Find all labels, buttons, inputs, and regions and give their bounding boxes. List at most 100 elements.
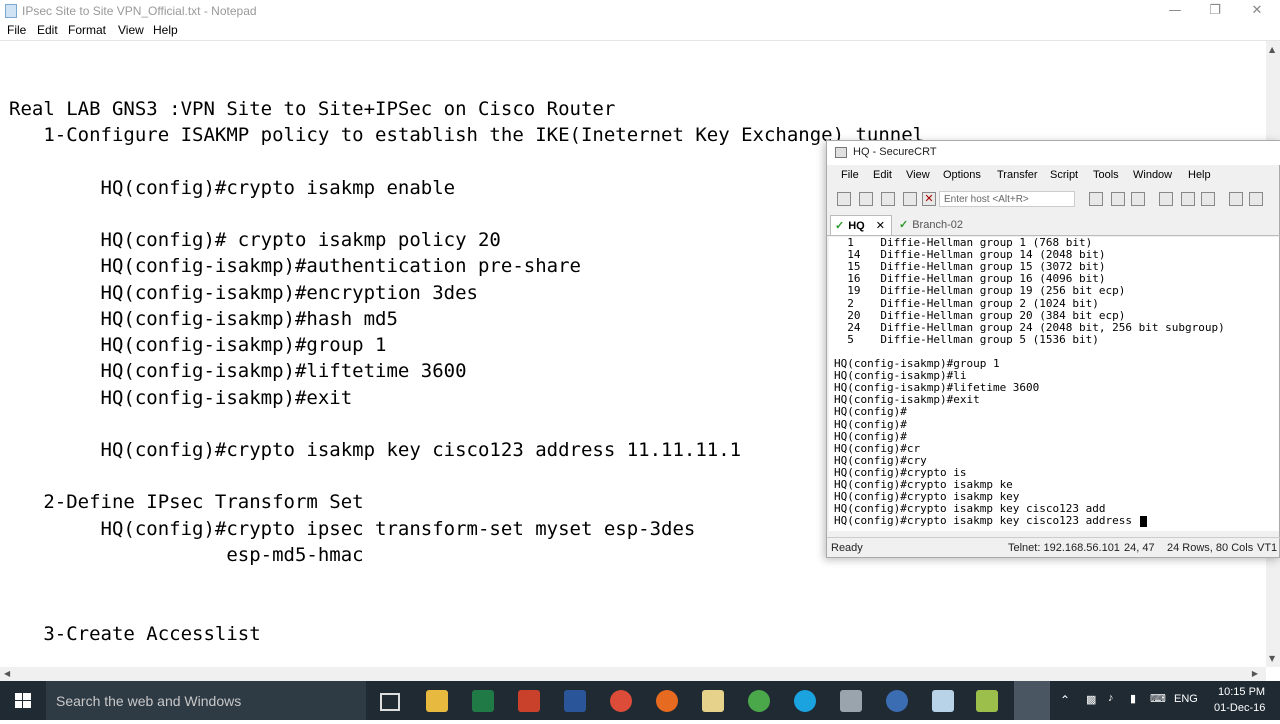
keyboard-icon[interactable]: ⌨ — [1150, 692, 1166, 705]
menu-file[interactable]: File — [7, 23, 26, 37]
connect-tab-icon[interactable] — [881, 192, 895, 206]
printer-icon[interactable] — [1201, 192, 1215, 206]
terminal-line: HQ(config)# — [834, 405, 907, 419]
excel-icon[interactable] — [472, 690, 494, 712]
language-indicator[interactable]: ENG — [1174, 693, 1198, 705]
crt-menu-tools[interactable]: Tools — [1093, 169, 1119, 181]
text-line: HQ(config-isakmp)#liftetime 3600 — [9, 360, 467, 382]
connect-icon[interactable] — [837, 192, 851, 206]
terminal-line: 24 Diffie-Hellman group 24 (2048 bit, 25… — [834, 320, 1225, 334]
crt-menu-help[interactable]: Help — [1188, 169, 1211, 181]
close-icon[interactable]: ✕ — [1234, 0, 1280, 22]
text-line: HQ(config)#crypto isakmp enable — [9, 177, 456, 199]
notepad-menu-bar: File Edit Format View Help — [0, 22, 1280, 41]
notepad-title-bar: IPsec Site to Site VPN_Official.txt - No… — [0, 0, 1280, 22]
terminal-line: HQ(config)#cr — [834, 441, 921, 455]
scroll-right-icon[interactable]: ▶ — [1252, 669, 1258, 678]
crt-menu-options[interactable]: Options — [943, 169, 981, 181]
copy-icon[interactable] — [1089, 192, 1103, 206]
text-line: 3-Create Accesslist — [9, 623, 261, 645]
text-line: 2-Define IPsec Transform Set — [9, 491, 364, 513]
quick-connect-icon[interactable] — [859, 192, 873, 206]
scroll-left-icon[interactable]: ◀ — [4, 669, 10, 678]
terminal-line: HQ(config)# — [834, 429, 907, 443]
terminal-line: HQ(config)# — [834, 417, 907, 431]
word-icon[interactable] — [564, 690, 586, 712]
crt-menu-file[interactable]: File — [841, 169, 859, 181]
ie-icon[interactable] — [886, 690, 908, 712]
text-line: esp-md5-hmac — [9, 544, 364, 566]
volume-icon[interactable]: ♪ — [1108, 692, 1114, 704]
print-icon[interactable] — [1159, 192, 1173, 206]
scroll-down-icon[interactable]: ▼ — [1269, 654, 1275, 663]
securecrt-taskbar-icon[interactable] — [1014, 681, 1050, 720]
reconnect-icon[interactable] — [903, 192, 917, 206]
file-explorer-icon[interactable] — [426, 690, 448, 712]
session-tabs: ✓ HQ ✕ ✓ Branch-02 — [827, 213, 1280, 236]
virtualbox-icon[interactable] — [840, 690, 862, 712]
crt-menu-transfer[interactable]: Transfer — [997, 169, 1038, 181]
gns3-icon[interactable] — [976, 690, 998, 712]
text-line: HQ(config-isakmp)#group 1 — [9, 334, 387, 356]
text-line: Real LAB GNS3 :VPN Site to Site+IPSec on… — [9, 98, 616, 120]
session-options-icon[interactable] — [1229, 192, 1243, 206]
horizontal-scrollbar[interactable]: ◀ ▶ — [0, 667, 1266, 681]
notepad-title: IPsec Site to Site VPN_Official.txt - No… — [22, 4, 257, 18]
menu-view[interactable]: View — [118, 23, 144, 37]
firefox-icon[interactable] — [656, 690, 678, 712]
battery-icon[interactable]: ▮ — [1130, 692, 1136, 705]
skype-icon[interactable] — [794, 690, 816, 712]
taskbar: Search the web and Windows ⌃ ▩ ♪ ▮ ⌨ ENG… — [0, 681, 1280, 720]
tab-hq[interactable]: ✓ HQ ✕ — [830, 215, 892, 235]
chrome-icon[interactable] — [610, 690, 632, 712]
terminal-area[interactable]: 1 Diffie-Hellman group 1 (768 bit) 14 Di… — [829, 237, 1279, 531]
securecrt-status-bar: Ready Telnet: 192.168.56.101 24, 47 24 R… — [827, 537, 1280, 558]
check-icon: ✓ — [899, 219, 909, 231]
crt-menu-edit[interactable]: Edit — [873, 169, 892, 181]
crt-menu-view[interactable]: View — [906, 169, 930, 181]
find-icon[interactable] — [1131, 192, 1145, 206]
paste-icon[interactable] — [1111, 192, 1125, 206]
menu-edit[interactable]: Edit — [37, 23, 58, 37]
text-line: HQ(config-isakmp)#encryption 3des — [9, 282, 479, 304]
terminal-line: 20 Diffie-Hellman group 20 (384 bit ecp) — [834, 308, 1126, 322]
chevron-up-icon[interactable]: ⌃ — [1060, 693, 1070, 707]
scroll-up-icon[interactable]: ▲ — [1269, 45, 1275, 54]
terminal-line: 19 Diffie-Hellman group 19 (256 bit ecp) — [834, 284, 1126, 298]
tab-branch-02[interactable]: ✓ Branch-02 — [895, 215, 975, 235]
terminal-cursor — [1139, 516, 1147, 528]
notepad-taskbar-icon[interactable] — [932, 690, 954, 712]
print-selection-icon[interactable] — [1181, 192, 1195, 206]
text-line: HQ(config)#crypto isakmp key cisco123 ad… — [9, 439, 742, 461]
notepad-icon — [5, 4, 17, 18]
clock-time[interactable]: 10:15 PM — [1218, 686, 1265, 698]
securecrt-menu-bar: File Edit View Options Transfer Script T… — [827, 167, 1280, 185]
disconnect-icon[interactable]: ✕ — [922, 192, 936, 206]
text-line: HQ(config)# crypto isakmp policy 20 — [9, 229, 501, 251]
text-line: HQ(config-isakmp)#exit — [9, 387, 353, 409]
host-input[interactable]: Enter host <Alt+R> — [939, 191, 1075, 207]
clock-date[interactable]: 01-Dec-16 — [1214, 702, 1265, 714]
start-button[interactable] — [0, 681, 46, 720]
status-cursor: 24, 47 — [1124, 542, 1155, 554]
utorrent-icon[interactable] — [748, 690, 770, 712]
text-line: HQ(config-isakmp)#authentication pre-sha… — [9, 255, 581, 277]
restore-icon[interactable]: ❐ — [1192, 0, 1238, 22]
global-options-icon[interactable] — [1249, 192, 1263, 206]
menu-format[interactable]: Format — [68, 23, 106, 37]
task-view-icon[interactable] — [380, 693, 400, 711]
securecrt-title-bar[interactable]: HQ - SecureCRT — [827, 141, 1280, 165]
terminal-line: HQ(config)#cry — [834, 453, 927, 467]
network-icon[interactable]: ▩ — [1086, 693, 1096, 706]
crt-menu-window[interactable]: Window — [1133, 169, 1172, 181]
search-box[interactable]: Search the web and Windows — [46, 681, 366, 720]
folder-icon[interactable] — [702, 690, 724, 712]
powerpoint-icon[interactable] — [518, 690, 540, 712]
securecrt-toolbar: ✕ Enter host <Alt+R> — [827, 187, 1280, 211]
status-term: VT1 — [1257, 542, 1278, 554]
crt-menu-script[interactable]: Script — [1050, 169, 1078, 181]
search-placeholder: Search the web and Windows — [56, 693, 242, 709]
close-tab-icon[interactable]: ✕ — [876, 216, 885, 236]
menu-help[interactable]: Help — [153, 23, 178, 37]
terminal-line: HQ(config)#crypto isakmp key cisco123 ad… — [834, 514, 1139, 528]
